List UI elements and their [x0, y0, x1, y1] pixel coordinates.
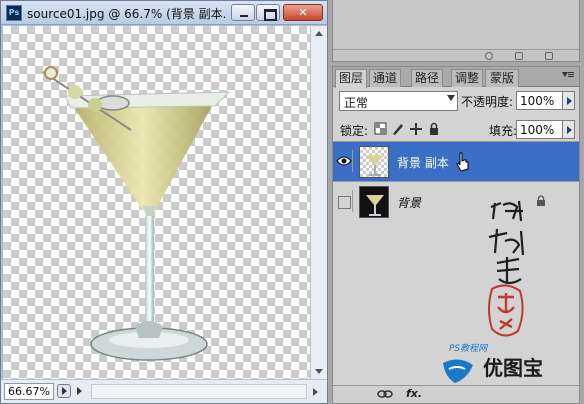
- link-layers-icon[interactable]: [377, 389, 393, 399]
- layer-thumbnail: [359, 186, 389, 218]
- maximize-button[interactable]: [256, 4, 280, 21]
- document-title: source01.jpg @ 66.7% (背景 副本...: [27, 7, 225, 21]
- lock-all-icon[interactable]: [427, 122, 441, 136]
- photoshop-workspace: Ps source01.jpg @ 66.7% (背景 副本... ✕ 66.6…: [0, 0, 584, 404]
- status-bar: 66.67%: [1, 379, 327, 403]
- tab-channels[interactable]: 通道: [369, 69, 401, 87]
- document-canvas[interactable]: [3, 26, 310, 379]
- martini-thumbnail-icon: [366, 195, 384, 216]
- opacity-slider-button[interactable]: [562, 91, 575, 110]
- vertical-scrollbar[interactable]: [310, 26, 327, 379]
- fill-field[interactable]: 100%: [516, 120, 563, 139]
- visibility-toggle[interactable]: [335, 150, 353, 172]
- layers-panel-footer: fx.: [333, 385, 579, 403]
- panel-menu-icon[interactable]: [562, 72, 574, 82]
- upper-panel-footer: [333, 49, 579, 61]
- svg-text:PS教程网: PS教程网: [449, 343, 488, 354]
- tab-layers[interactable]: 图层: [335, 69, 367, 88]
- visibility-empty-box[interactable]: [338, 196, 351, 209]
- red-seal-stamp: [488, 284, 524, 337]
- blend-mode-value: 正常: [344, 96, 369, 110]
- tab-paths[interactable]: 路径: [411, 69, 443, 87]
- opacity-field[interactable]: 100%: [516, 91, 563, 110]
- layer-name[interactable]: 背景: [397, 194, 421, 211]
- status-info-button[interactable]: [57, 384, 71, 398]
- fill-slider-button[interactable]: [562, 120, 575, 139]
- trash-icon[interactable]: [545, 52, 553, 60]
- chevron-down-icon: [447, 95, 455, 101]
- scroll-right-icon[interactable]: [313, 388, 318, 396]
- tab-masks[interactable]: 蒙版: [485, 69, 519, 87]
- upper-panel: [332, 0, 580, 62]
- eye-icon: [336, 156, 352, 166]
- lock-paint-brush-icon[interactable]: [391, 122, 405, 136]
- document-window: Ps source01.jpg @ 66.7% (背景 副本... ✕ 66.6…: [0, 0, 328, 404]
- lock-move-icon[interactable]: [409, 122, 423, 136]
- opacity-label: 不透明度:: [461, 95, 514, 109]
- blend-mode-select[interactable]: 正常: [339, 91, 458, 111]
- scroll-down-icon[interactable]: [315, 369, 323, 374]
- lock-label: 锁定:: [340, 124, 369, 138]
- martini-glass-image: [42, 66, 231, 361]
- new-item-icon[interactable]: [515, 52, 523, 60]
- layer-name[interactable]: 背景 副本: [397, 154, 449, 171]
- status-menu-arrow-icon[interactable]: [77, 387, 82, 395]
- zoom-level-field[interactable]: 66.67%: [4, 383, 54, 400]
- layers-panel-tabbar: 图层 通道 路径 调整 蒙版: [333, 67, 579, 88]
- fill-label: 填充:: [489, 124, 518, 138]
- layer-row-background-copy[interactable]: 背景 副本: [333, 141, 579, 181]
- martini-thumbnail-icon: [366, 155, 384, 176]
- tab-adjustments[interactable]: 调整: [451, 69, 483, 87]
- visibility-toggle[interactable]: [335, 190, 353, 212]
- layer-style-fx-button[interactable]: fx.: [406, 387, 422, 400]
- document-titlebar[interactable]: Ps source01.jpg @ 66.7% (背景 副本...: [1, 1, 327, 25]
- photoshop-app-icon: Ps: [6, 5, 22, 21]
- close-button[interactable]: [283, 4, 323, 21]
- svg-text:优图宝: 优图宝: [483, 356, 543, 380]
- layers-panel: 图层 通道 路径 调整 蒙版 正常 不透明度: 100% 锁定: 填充: 100…: [332, 66, 580, 404]
- no-entry-icon[interactable]: [485, 52, 493, 60]
- horizontal-scrollbar[interactable]: [91, 384, 307, 399]
- layer-thumbnail: [359, 146, 389, 178]
- lock-transparency-icon[interactable]: [374, 122, 388, 136]
- hand-cursor-icon: [456, 152, 469, 172]
- scroll-up-icon[interactable]: [315, 31, 323, 36]
- minimize-button[interactable]: [231, 4, 255, 21]
